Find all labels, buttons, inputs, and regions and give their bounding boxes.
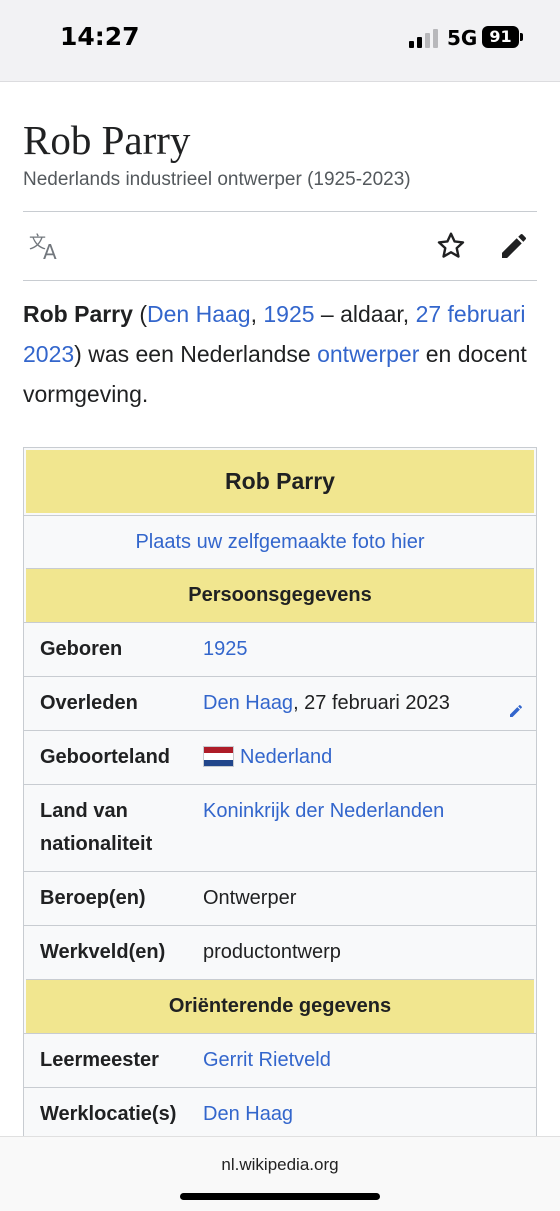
battery-icon: 91 xyxy=(482,26,519,48)
lead-text: – aldaar, xyxy=(314,301,416,327)
section-orienterende-gegevens: Oriënterende gegevens xyxy=(26,979,534,1033)
row-label: Geboren xyxy=(40,638,123,660)
signal-icon xyxy=(409,28,439,48)
lead-paragraph: Rob Parry (Den Haag, 1925 – aldaar, 27 f… xyxy=(23,294,537,414)
row-label: Beroep(en) xyxy=(40,887,146,909)
lead-text: , xyxy=(250,301,264,327)
battery-tip xyxy=(520,33,523,41)
link-koninkrijk[interactable]: Koninkrijk der Nederlanden xyxy=(203,800,444,822)
svg-text:A: A xyxy=(43,240,57,261)
translate-icon[interactable]: 文 A xyxy=(29,231,63,266)
infobox-row-leermeester: Leermeester Gerrit Rietveld xyxy=(24,1033,536,1087)
lead-text: ( xyxy=(132,301,147,327)
row-label: Leermeester xyxy=(40,1049,159,1071)
section-persoonsgegevens: Persoonsgegevens xyxy=(26,568,534,622)
infobox-row-werklocatie: Werklocatie(s) Den Haag xyxy=(24,1087,536,1141)
netherlands-flag-icon xyxy=(203,746,234,767)
link-nederland[interactable]: Nederland xyxy=(240,746,332,768)
page-title: Rob Parry xyxy=(23,117,191,163)
page-subtitle: Nederlands industrieel ontwerper (1925-2… xyxy=(23,169,411,190)
link-geboren[interactable]: 1925 xyxy=(203,638,248,660)
home-indicator[interactable] xyxy=(180,1193,380,1200)
infobox-row-werkveld: Werkveld(en) productontwerp xyxy=(24,925,536,979)
link-den-haag[interactable]: Den Haag xyxy=(147,301,251,327)
link-werklocatie[interactable]: Den Haag xyxy=(203,1103,293,1125)
edit-pencil-icon[interactable] xyxy=(508,697,524,730)
row-label: Werklocatie(s) xyxy=(40,1103,177,1125)
browser-url-bar: nl.wikipedia.org xyxy=(0,1136,560,1211)
status-time: 14:27 xyxy=(60,22,140,51)
row-label: Geboorteland xyxy=(40,746,171,768)
overleden-date: , 27 februari 2023 xyxy=(293,692,450,714)
divider xyxy=(23,211,537,212)
status-bar: 14:27 5G 91 xyxy=(0,0,560,82)
infobox-title: Rob Parry xyxy=(26,450,534,513)
infobox-row-geboorteland: Geboorteland Nederland xyxy=(24,730,536,784)
pencil-icon[interactable] xyxy=(498,230,530,267)
link-ontwerper[interactable]: ontwerper xyxy=(317,341,419,367)
row-value: Ontwerper xyxy=(203,887,297,909)
infobox: Rob Parry Plaats uw zelfgemaakte foto hi… xyxy=(23,447,537,1142)
infobox-row-geboren: Geboren 1925 xyxy=(24,622,536,676)
row-label: Overleden xyxy=(40,692,138,714)
link-overleden-place[interactable]: Den Haag xyxy=(203,692,293,714)
photo-placeholder-link[interactable]: Plaats uw zelfgemaakte foto hier xyxy=(24,515,536,568)
infobox-row-nationaliteit: Land van nationaliteit Koninkrijk der Ne… xyxy=(24,784,536,871)
infobox-row-beroep: Beroep(en) Ontwerper xyxy=(24,871,536,925)
network-type: 5G xyxy=(447,26,478,50)
lead-name: Rob Parry xyxy=(23,301,133,327)
lead-text: ) was een Nederlandse xyxy=(74,341,318,367)
divider xyxy=(23,280,537,281)
link-1925[interactable]: 1925 xyxy=(263,301,314,327)
link-gerrit-rietveld[interactable]: Gerrit Rietveld xyxy=(203,1049,331,1071)
row-label: Land van nationaliteit xyxy=(40,800,153,855)
row-value: productontwerp xyxy=(203,941,341,963)
row-label: Werkveld(en) xyxy=(40,941,166,963)
infobox-row-overleden: Overleden Den Haag, 27 februari 2023 xyxy=(24,676,536,730)
url-field[interactable]: nl.wikipedia.org xyxy=(0,1155,560,1175)
star-icon[interactable] xyxy=(435,230,467,267)
